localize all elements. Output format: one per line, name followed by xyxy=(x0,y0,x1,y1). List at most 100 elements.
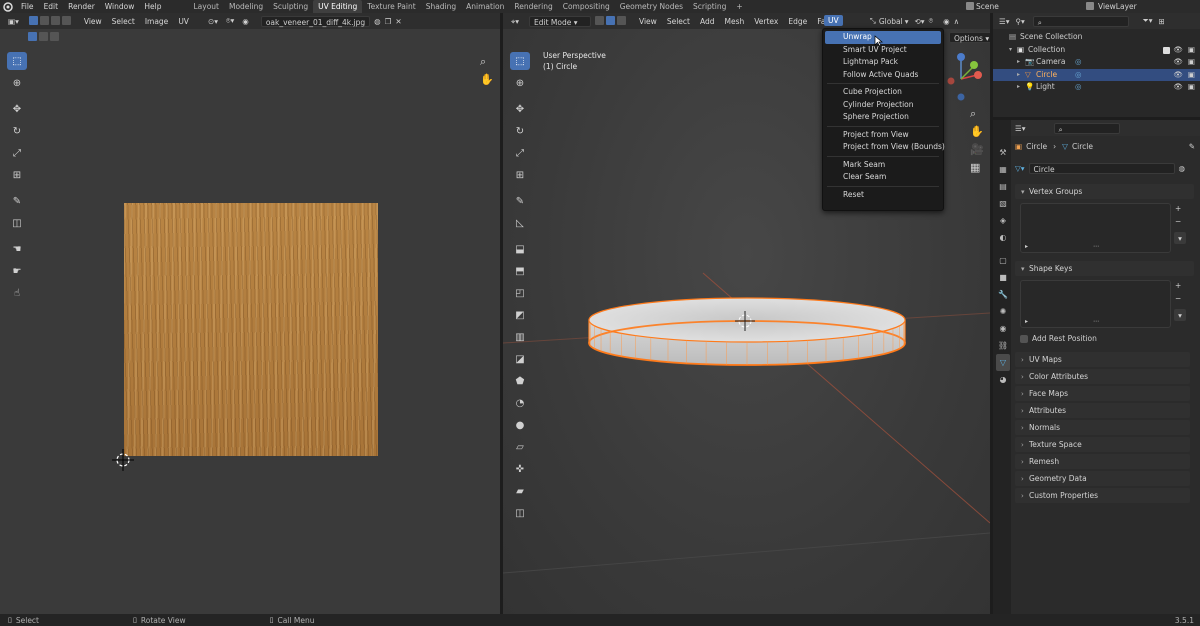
section-attributes[interactable]: › Attributes xyxy=(1015,403,1190,418)
rotate-tool-icon[interactable]: ↻ xyxy=(7,122,27,140)
shape-keys-list[interactable]: ▸ ⋯ xyxy=(1020,280,1171,328)
snap-icon[interactable]: ⌾▾ xyxy=(226,16,234,26)
section-custom-properties[interactable]: › Custom Properties xyxy=(1015,488,1190,503)
menu-item-unwrap[interactable]: Unwrap xyxy=(825,31,941,44)
render-tab-icon[interactable]: ▦ xyxy=(996,161,1010,178)
menu-item-mark-seam[interactable]: Mark Seam xyxy=(823,159,943,172)
add-shape-key-icon[interactable]: + xyxy=(1175,281,1181,290)
data-tab-icon[interactable]: ▽ xyxy=(996,354,1010,371)
pan-hand-icon[interactable]: ✋ xyxy=(480,73,494,86)
menu-render[interactable]: Render xyxy=(63,0,100,13)
editor-type-icon[interactable]: ▣▾ xyxy=(4,16,23,27)
data-icon[interactable]: ◎ xyxy=(1075,69,1082,82)
zoom-icon[interactable]: ⌕ xyxy=(970,107,976,121)
uv-select-modes[interactable] xyxy=(28,15,73,27)
visibility-eye-icon[interactable]: 👁 xyxy=(1173,81,1183,94)
visibility-eye-icon[interactable]: 👁 xyxy=(1173,69,1183,82)
add-workspace-button[interactable]: + xyxy=(731,0,747,13)
section-vertex-groups[interactable]: ▾ Vertex Groups xyxy=(1015,184,1194,199)
outliner-row-scene-collection[interactable]: ▤ Scene Collection xyxy=(993,31,1200,44)
scene-name[interactable]: Scene xyxy=(976,0,999,13)
tab-layout[interactable]: Layout xyxy=(188,0,224,13)
relax-tool-icon[interactable]: ☛ xyxy=(7,262,27,280)
output-tab-icon[interactable]: ▤ xyxy=(996,178,1010,195)
camera-view-icon[interactable]: 🎥 xyxy=(970,143,984,156)
add-rest-position-checkbox[interactable] xyxy=(1020,334,1028,343)
menu-edit[interactable]: Edit xyxy=(39,0,64,13)
view-layer-name[interactable]: ViewLayer xyxy=(1098,0,1137,13)
view-layer-tab-icon[interactable]: ▧ xyxy=(996,195,1010,212)
menu-item-sphere-projection[interactable]: Sphere Projection xyxy=(823,111,943,124)
scene-icon[interactable] xyxy=(966,2,974,10)
fake-user-shield-icon[interactable]: ◍ xyxy=(1179,164,1186,173)
list-resize-icon[interactable]: ▸ xyxy=(1025,243,1028,250)
tool-tab-icon[interactable]: ⚒ xyxy=(996,144,1010,161)
display-mode-icon[interactable]: ⚲▾ xyxy=(1016,17,1025,26)
constraints-tab-icon[interactable]: ⛓ xyxy=(996,337,1010,354)
grid-toggle-icon[interactable]: ▦ xyxy=(970,161,980,174)
menu-item-project-from-view[interactable]: Project from View xyxy=(823,129,943,142)
tab-rendering[interactable]: Rendering xyxy=(509,0,557,13)
menu-item-cylinder-projection[interactable]: Cylinder Projection xyxy=(823,99,943,112)
transform-tool-icon[interactable]: ⊞ xyxy=(7,166,27,184)
expand-arrow-icon[interactable]: ▸ xyxy=(1017,56,1020,69)
tab-animation[interactable]: Animation xyxy=(461,0,509,13)
properties-search-input[interactable]: ⌕ xyxy=(1053,122,1120,134)
pin-icon[interactable]: ✎ xyxy=(1189,142,1195,151)
editor-type-icon[interactable]: ☰▾ xyxy=(999,17,1010,26)
tab-sculpting[interactable]: Sculpting xyxy=(268,0,313,13)
uv-sync-bar[interactable] xyxy=(28,32,61,41)
render-camera-icon[interactable]: ▣ xyxy=(1188,69,1195,82)
collection-tab-icon[interactable]: ▢ xyxy=(996,252,1010,269)
menu-item-follow-active-quads[interactable]: Follow Active Quads xyxy=(823,69,943,82)
menu-item-smart-uv-project[interactable]: Smart UV Project xyxy=(823,44,943,57)
cursor-tool-icon[interactable]: ⊕ xyxy=(7,74,27,92)
uv-menu-image[interactable]: Image xyxy=(140,15,174,28)
section-face-maps[interactable]: › Face Maps xyxy=(1015,386,1190,401)
tab-shading[interactable]: Shading xyxy=(421,0,461,13)
visibility-eye-icon[interactable]: 👁 xyxy=(1173,56,1183,69)
outliner-row-circle[interactable]: ▸ ▽ Circle ◎ 👁 ▣ xyxy=(993,68,1200,82)
section-shape-keys[interactable]: ▾ Shape Keys xyxy=(1015,261,1194,276)
expand-arrow-icon[interactable]: ▸ xyxy=(1017,69,1020,82)
remove-vertex-group-icon[interactable]: − xyxy=(1175,217,1181,226)
remove-shape-key-icon[interactable]: − xyxy=(1175,294,1181,303)
menu-item-cube-projection[interactable]: Cube Projection xyxy=(823,86,943,99)
add-vertex-group-icon[interactable]: + xyxy=(1175,204,1181,213)
outliner-row-light[interactable]: ▸ 💡 Light ◎ 👁 ▣ xyxy=(993,81,1200,94)
tab-uv-editing[interactable]: UV Editing xyxy=(313,0,363,13)
uv-menu-select[interactable]: Select xyxy=(107,15,140,28)
outliner-row-camera[interactable]: ▸ 📷 Camera ◎ 👁 ▣ xyxy=(993,56,1200,69)
circle-mesh[interactable] xyxy=(588,297,906,366)
menu-item-lightmap-pack[interactable]: Lightmap Pack xyxy=(823,56,943,69)
list-grip-icon[interactable]: ⋯ xyxy=(1093,318,1099,325)
pan-hand-icon[interactable]: ✋ xyxy=(970,125,984,138)
expand-arrow-icon[interactable]: ▸ xyxy=(1017,81,1020,94)
list-resize-icon[interactable]: ▸ xyxy=(1025,318,1028,325)
particles-tab-icon[interactable]: ✺ xyxy=(996,303,1010,320)
world-tab-icon[interactable]: ◐ xyxy=(996,229,1010,246)
data-icon[interactable]: ◎ xyxy=(1075,56,1082,69)
menu-help[interactable]: Help xyxy=(139,0,166,13)
proportional-icon[interactable]: ◉ xyxy=(242,17,249,26)
tab-geometry-nodes[interactable]: Geometry Nodes xyxy=(615,0,688,13)
section-normals[interactable]: › Normals xyxy=(1015,420,1190,435)
zoom-icon[interactable]: ⌕ xyxy=(480,55,486,69)
section-geometry-data[interactable]: › Geometry Data xyxy=(1015,471,1190,486)
render-camera-icon[interactable]: ▣ xyxy=(1188,44,1195,57)
uv-menu-view[interactable]: View xyxy=(79,15,107,28)
physics-tab-icon[interactable]: ◉ xyxy=(996,320,1010,337)
navigation-gizmo[interactable] xyxy=(943,43,987,101)
tab-scripting[interactable]: Scripting xyxy=(688,0,731,13)
expand-arrow-icon[interactable]: ▾ xyxy=(1009,44,1012,57)
menu-file[interactable]: File xyxy=(16,0,39,13)
data-icon[interactable]: ◎ xyxy=(1075,81,1082,94)
vertex-group-menu-icon[interactable]: ▾ xyxy=(1174,232,1186,244)
shape-key-menu-icon[interactable]: ▾ xyxy=(1174,309,1186,321)
exclude-checkbox[interactable] xyxy=(1163,46,1170,54)
filter-icon[interactable]: ⏷▾ xyxy=(1143,16,1153,26)
render-camera-icon[interactable]: ▣ xyxy=(1188,56,1195,69)
uv-menu-uv[interactable]: UV xyxy=(173,15,194,28)
data-name-field[interactable]: Circle xyxy=(1028,163,1175,174)
shield-icon[interactable]: ◍ xyxy=(374,17,381,26)
